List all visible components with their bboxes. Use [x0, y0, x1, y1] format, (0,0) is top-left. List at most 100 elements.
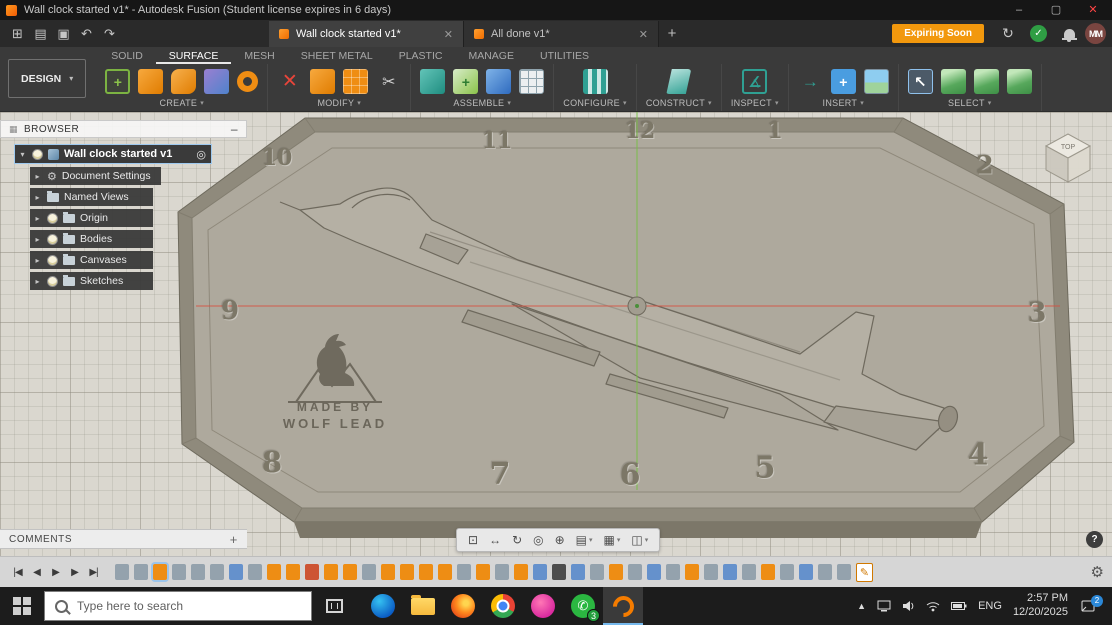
browser-item-canvases[interactable]: ▸Canvases	[30, 251, 153, 269]
language-indicator[interactable]: ENG	[978, 600, 1002, 612]
comments-bar[interactable]: COMMENTS +	[0, 529, 247, 549]
pattern-icon[interactable]	[343, 69, 368, 94]
ribbon-group-label[interactable]: ASSEMBLE▾	[453, 96, 511, 110]
collapse-panel-icon[interactable]: –	[231, 122, 238, 136]
timeline-feature[interactable]	[305, 564, 319, 580]
timeline-feature[interactable]	[191, 564, 205, 580]
timeline-feature[interactable]	[609, 564, 623, 580]
taskbar-firefox-icon[interactable]	[443, 587, 483, 625]
timeline-feature[interactable]	[153, 564, 167, 580]
ribbon-tab-mesh[interactable]: MESH	[231, 47, 287, 64]
timeline-feature[interactable]	[210, 564, 224, 580]
ribbon-group-label[interactable]: CONFIGURE▾	[563, 96, 627, 110]
display-settings-icon[interactable]: ▤▾	[572, 533, 597, 547]
browser-item-document-settings[interactable]: ▸⚙Document Settings	[30, 167, 161, 185]
ribbon-tab-sheet-metal[interactable]: SHEET METAL	[288, 47, 386, 64]
undo-icon[interactable]: ↶	[75, 23, 98, 45]
ribbon-group-label[interactable]: INSPECT▾	[731, 96, 779, 110]
timeline-feature[interactable]	[704, 564, 718, 580]
monitor-icon[interactable]	[877, 600, 891, 612]
taskbar-edge-icon[interactable]	[363, 587, 403, 625]
workspace-selector[interactable]: DESIGN ▾	[8, 59, 86, 98]
visibility-bulb-icon[interactable]	[47, 276, 58, 287]
canvas-icon[interactable]	[864, 69, 889, 94]
browser-item-bodies[interactable]: ▸Bodies	[30, 230, 153, 248]
extrude-icon[interactable]	[138, 69, 163, 94]
timeline-feature[interactable]	[419, 564, 433, 580]
minimize-button[interactable]: –	[1004, 0, 1034, 20]
task-view-icon[interactable]	[326, 599, 343, 613]
timeline-feature[interactable]	[514, 564, 528, 580]
battery-icon[interactable]	[951, 601, 967, 611]
joint-icon[interactable]	[486, 69, 511, 94]
timeline-feature[interactable]	[647, 564, 661, 580]
ribbon-group-label[interactable]: MODIFY▾	[317, 96, 361, 110]
configuration-icon[interactable]	[583, 69, 608, 94]
step-forward-icon[interactable]: ▶	[65, 567, 84, 578]
add-comment-button[interactable]: +	[230, 532, 238, 547]
chevron-right-icon[interactable]: ▸	[33, 235, 42, 244]
timeline-feature[interactable]	[723, 564, 737, 580]
display-cube-icon[interactable]	[941, 69, 966, 94]
timeline-feature[interactable]	[115, 564, 129, 580]
select-tool-icon[interactable]: ↖	[908, 69, 933, 94]
view-cube-top-label[interactable]: TOP	[1061, 144, 1076, 151]
document-tab[interactable]: All done v1*✕	[464, 21, 659, 47]
timeline-feature[interactable]	[267, 564, 281, 580]
timeline-feature[interactable]	[799, 564, 813, 580]
timeline-feature[interactable]	[685, 564, 699, 580]
grid-layout-icon[interactable]: ▦▾	[600, 533, 625, 547]
browser-header[interactable]: ▦ BROWSER –	[0, 120, 247, 138]
ribbon-tab-manage[interactable]: MANAGE	[455, 47, 527, 64]
speaker-icon[interactable]	[902, 600, 915, 612]
fit-view-icon[interactable]: ⊡	[464, 533, 482, 547]
online-status-icon[interactable]: ✓	[1030, 25, 1047, 42]
taskbar-clock[interactable]: 2:57 PM 12/20/2025	[1013, 592, 1068, 620]
taskbar-chrome-icon[interactable]	[483, 587, 523, 625]
maximize-button[interactable]: ▢	[1041, 0, 1071, 20]
loft-icon[interactable]	[171, 69, 196, 94]
timeline-feature[interactable]	[286, 564, 300, 580]
timeline-feature[interactable]	[400, 564, 414, 580]
timeline-feature[interactable]: ✎	[856, 563, 873, 582]
expiring-soon-badge[interactable]: Expiring Soon	[892, 24, 984, 43]
chevron-right-icon[interactable]: ▸	[33, 256, 42, 265]
timeline-feature[interactable]	[476, 564, 490, 580]
visibility-bulb-icon[interactable]	[47, 234, 58, 245]
avatar[interactable]: MM	[1085, 23, 1106, 44]
document-tab[interactable]: Wall clock started v1*✕	[269, 21, 464, 47]
ribbon-tab-solid[interactable]: SOLID	[98, 47, 156, 64]
taskbar-whatsapp-icon[interactable]: ✆3	[563, 587, 603, 625]
go-to-start-icon[interactable]: |◀	[8, 567, 27, 578]
notifications-bell-icon[interactable]	[1059, 24, 1079, 44]
ribbon-group-label[interactable]: CONSTRUCT▾	[646, 96, 712, 110]
browser-item-origin[interactable]: ▸Origin	[30, 209, 153, 227]
orbit-icon[interactable]: ↻	[508, 533, 526, 547]
taskbar-file-explorer-icon[interactable]	[403, 587, 443, 625]
timeline-feature[interactable]	[362, 564, 376, 580]
start-button[interactable]	[0, 587, 44, 625]
timeline-feature[interactable]	[457, 564, 471, 580]
pan-icon[interactable]: ↔	[485, 533, 505, 547]
chevron-right-icon[interactable]: ▸	[33, 193, 42, 202]
look-at-icon[interactable]: ◎	[529, 533, 547, 547]
timeline-feature[interactable]	[343, 564, 357, 580]
new-file-icon[interactable]: ▤	[29, 23, 52, 45]
timeline-feature[interactable]	[381, 564, 395, 580]
patch-icon[interactable]	[204, 69, 229, 94]
ribbon-group-label[interactable]: SELECT▾	[948, 96, 992, 110]
action-center-icon[interactable]: 2	[1081, 600, 1096, 613]
close-tab-icon[interactable]: ✕	[444, 28, 453, 41]
taskbar-fusion-icon[interactable]	[603, 587, 643, 625]
timeline-feature[interactable]	[552, 564, 566, 580]
timeline-feature[interactable]	[172, 564, 186, 580]
redo-icon[interactable]: ↷	[98, 23, 121, 45]
job-status-icon[interactable]: ↻	[998, 24, 1018, 44]
create-sketch-icon[interactable]: +	[105, 69, 130, 94]
visibility-bulb-icon[interactable]	[47, 213, 58, 224]
activate-component-icon[interactable]: ◎	[196, 148, 206, 161]
step-back-icon[interactable]: ◀	[27, 567, 46, 578]
visibility-bulb-icon[interactable]	[47, 255, 58, 266]
chevron-right-icon[interactable]: ▸	[33, 172, 42, 181]
ribbon-tab-utilities[interactable]: UTILITIES	[527, 47, 602, 64]
